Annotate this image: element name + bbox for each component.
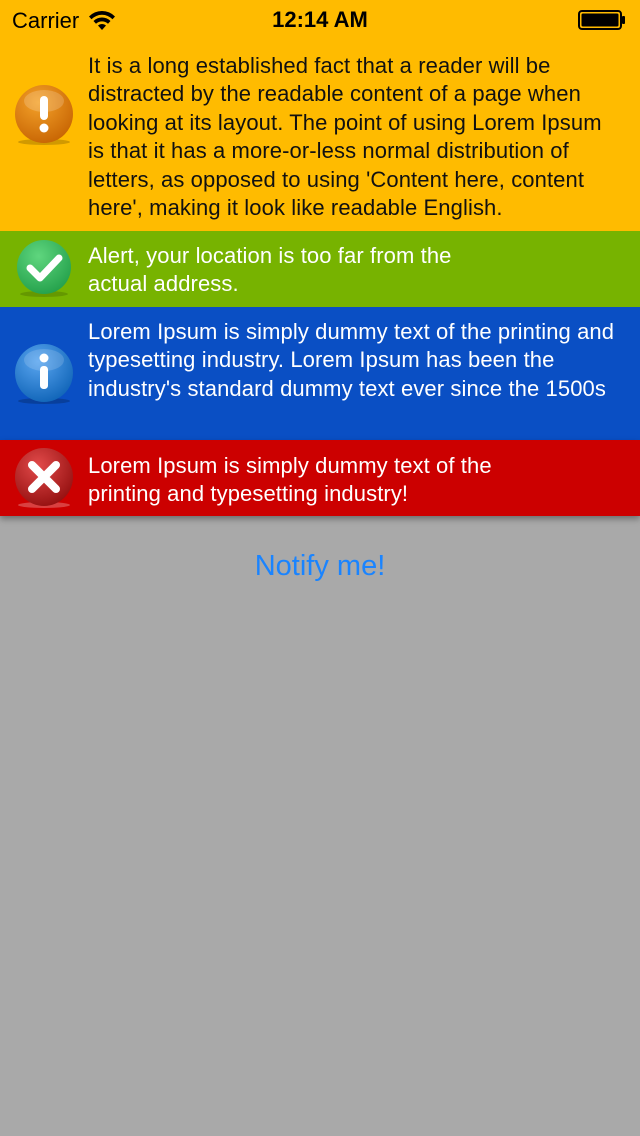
notification-info[interactable]: Lorem Ipsum is simply dummy text of the … <box>0 307 640 440</box>
notify-me-button[interactable]: Notify me! <box>0 550 640 583</box>
status-bar: Carrier 12:14 AM <box>0 0 640 40</box>
checkmark-icon <box>14 239 74 299</box>
notification-error-message: Lorem Ipsum is simply dummy text of the … <box>88 453 492 507</box>
exclamation-icon <box>12 84 76 148</box>
close-icon <box>12 447 76 511</box>
status-time: 12:14 AM <box>272 7 368 32</box>
info-icon <box>12 343 76 407</box>
notification-success[interactable]: Alert, your location is too far from the… <box>0 231 640 307</box>
notification-warning-message: It is a long established fact that a rea… <box>88 53 602 221</box>
notification-success-message: Alert, your location is too far from the… <box>88 243 452 297</box>
notification-error[interactable]: Lorem Ipsum is simply dummy text of the … <box>0 440 640 516</box>
notification-info-message: Lorem Ipsum is simply dummy text of the … <box>88 319 615 401</box>
battery-icon <box>578 10 625 30</box>
app-screen: Carrier 12:14 AM It is a long establishe… <box>0 0 640 1136</box>
